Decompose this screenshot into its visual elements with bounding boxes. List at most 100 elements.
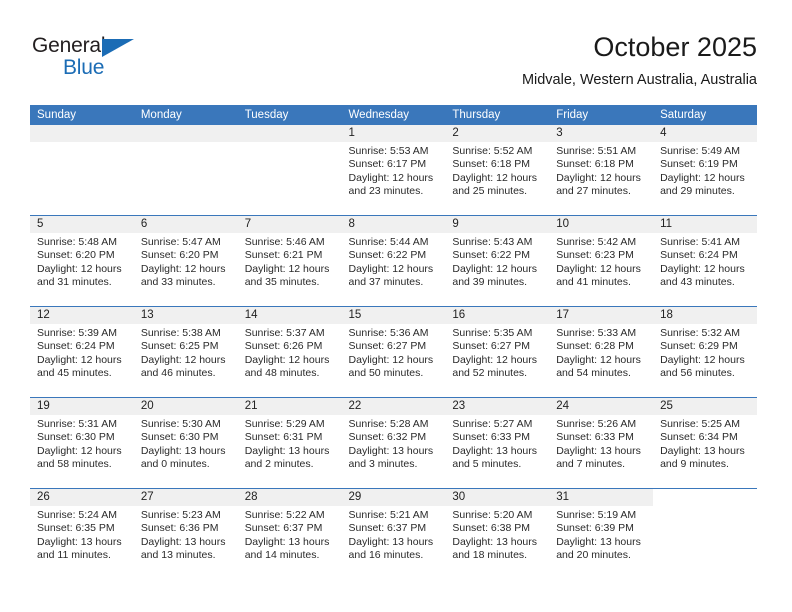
sunrise-text: Sunrise: 5:32 AM xyxy=(660,327,741,339)
calendar-day-cell[interactable]: 12 Sunrise: 5:39 AM Sunset: 6:24 PM Dayligh… xyxy=(30,306,134,398)
calendar-day-cell[interactable]: 24 Sunrise: 5:26 AM Sunset: 6:33 PM Dayligh… xyxy=(549,397,654,489)
day-number: 29 xyxy=(341,489,446,506)
day-details: Sunrise: 5:23 AM Sunset: 6:36 PM Daylight:… xyxy=(134,506,238,563)
calendar-day-cell[interactable]: 8 Sunrise: 5:44 AM Sunset: 6:22 PM Daylight… xyxy=(341,215,446,307)
calendar-day-cell[interactable]: 26 Sunrise: 5:24 AM Sunset: 6:35 PM Dayligh… xyxy=(30,488,134,579)
sunset-text: Sunset: 6:37 PM xyxy=(348,522,427,535)
calendar-day-cell[interactable]: 1 Sunrise: 5:53 AM Sunset: 6:17 PM Daylight… xyxy=(341,125,446,216)
calendar-day-cell[interactable]: 25 Sunrise: 5:25 AM Sunset: 6:34 PM Dayligh… xyxy=(653,397,757,489)
day-number xyxy=(237,125,342,142)
calendar-day-cell[interactable]: 11 Sunrise: 5:41 AM Sunset: 6:24 PM Dayligh… xyxy=(653,215,757,307)
calendar-day-cell[interactable]: 9 Sunrise: 5:43 AM Sunset: 6:22 PM Daylight… xyxy=(445,215,550,307)
day-number: 18 xyxy=(653,307,757,324)
page-title: October 2025 xyxy=(593,32,757,62)
calendar-day-cell[interactable]: 14 Sunrise: 5:37 AM Sunset: 6:26 PM Dayligh… xyxy=(237,306,342,398)
day-number: 30 xyxy=(445,489,550,506)
calendar-day-cell[interactable]: 21 Sunrise: 5:29 AM Sunset: 6:31 PM Dayligh… xyxy=(237,397,342,489)
daylight-text-line1: Daylight: 13 hours xyxy=(660,444,745,457)
sunrise-text: Sunrise: 5:52 AM xyxy=(452,145,533,157)
calendar-day-cell[interactable]: 19 Sunrise: 5:31 AM Sunset: 6:30 PM Dayligh… xyxy=(30,397,134,489)
calendar-day-cell[interactable]: 5 Sunrise: 5:48 AM Sunset: 6:20 PM Daylight… xyxy=(30,215,134,307)
daylight-text-line1: Daylight: 12 hours xyxy=(660,171,745,184)
day-number xyxy=(30,125,134,142)
day-details: Sunrise: 5:37 AM Sunset: 6:26 PM Daylight:… xyxy=(238,324,342,381)
sunset-text: Sunset: 6:18 PM xyxy=(556,158,634,171)
daylight-text-line2: and 9 minutes. xyxy=(660,458,729,471)
calendar-page: General Blue October 2025 Midvale, Weste… xyxy=(0,0,792,612)
calendar-day-cell[interactable]: 29 Sunrise: 5:21 AM Sunset: 6:37 PM Dayligh… xyxy=(341,488,446,579)
calendar-day-cell[interactable]: 2 Sunrise: 5:52 AM Sunset: 6:18 PM Daylight… xyxy=(445,125,550,216)
daylight-text-line1: Daylight: 12 hours xyxy=(140,353,226,366)
daylight-text-line1: Daylight: 13 hours xyxy=(140,444,226,457)
sunset-text: Sunset: 6:27 PM xyxy=(348,340,427,353)
day-details: Sunrise: 5:31 AM Sunset: 6:30 PM Daylight:… xyxy=(30,415,134,472)
calendar-day-cell[interactable]: 15 Sunrise: 5:36 AM Sunset: 6:27 PM Dayligh… xyxy=(341,306,446,398)
weekday-header-saturday: Saturday xyxy=(653,105,757,125)
calendar-day-cell[interactable]: 22 Sunrise: 5:28 AM Sunset: 6:32 PM Dayligh… xyxy=(341,397,446,489)
sunrise-text: Sunrise: 5:33 AM xyxy=(556,327,637,339)
calendar-day-cell[interactable]: 7 Sunrise: 5:46 AM Sunset: 6:21 PM Daylight… xyxy=(237,215,342,307)
sunrise-text: Sunrise: 5:47 AM xyxy=(140,236,221,248)
day-number: 9 xyxy=(445,216,550,233)
day-number: 13 xyxy=(133,307,238,324)
day-number: 7 xyxy=(237,216,342,233)
day-number xyxy=(653,489,757,506)
day-details: Sunrise: 5:35 AM Sunset: 6:27 PM Daylight:… xyxy=(445,324,549,381)
daylight-text-line2: and 37 minutes. xyxy=(348,276,424,289)
sunrise-text: Sunrise: 5:30 AM xyxy=(140,418,221,430)
daylight-text-line1: Daylight: 13 hours xyxy=(556,444,641,457)
calendar-week-row: 5 Sunrise: 5:48 AM Sunset: 6:20 PM Daylight… xyxy=(30,215,757,307)
calendar-day-cell[interactable]: 31 Sunrise: 5:19 AM Sunset: 6:39 PM Dayligh… xyxy=(549,488,654,579)
sunset-text: Sunset: 6:26 PM xyxy=(244,340,323,353)
sunrise-text: Sunrise: 5:21 AM xyxy=(348,509,429,521)
calendar-day-cell[interactable]: 16 Sunrise: 5:35 AM Sunset: 6:27 PM Dayligh… xyxy=(445,306,550,398)
sunrise-text: Sunrise: 5:35 AM xyxy=(452,327,533,339)
day-details: Sunrise: 5:38 AM Sunset: 6:25 PM Daylight:… xyxy=(134,324,238,381)
sunrise-text: Sunrise: 5:44 AM xyxy=(348,236,429,248)
calendar-day-cell[interactable]: 6 Sunrise: 5:47 AM Sunset: 6:20 PM Daylight… xyxy=(133,215,238,307)
calendar-day-cell[interactable]: 10 Sunrise: 5:42 AM Sunset: 6:23 PM Dayligh… xyxy=(549,215,654,307)
day-number: 10 xyxy=(549,216,654,233)
day-number: 1 xyxy=(341,125,446,142)
daylight-text-line1: Daylight: 12 hours xyxy=(452,171,538,184)
day-details: Sunrise: 5:52 AM Sunset: 6:18 PM Daylight:… xyxy=(445,142,549,199)
calendar-day-cell[interactable]: 18 Sunrise: 5:32 AM Sunset: 6:29 PM Dayligh… xyxy=(653,306,757,398)
calendar-week-row: 1 Sunrise: 5:53 AM Sunset: 6:17 PM Daylight… xyxy=(30,125,757,216)
calendar-day-cell[interactable]: 17 Sunrise: 5:33 AM Sunset: 6:28 PM Dayligh… xyxy=(549,306,654,398)
sunset-text: Sunset: 6:34 PM xyxy=(660,431,738,444)
calendar-empty-cell xyxy=(133,125,238,216)
daylight-text-line1: Daylight: 12 hours xyxy=(140,262,226,275)
day-details: Sunrise: 5:42 AM Sunset: 6:23 PM Daylight:… xyxy=(549,233,653,290)
sunset-text: Sunset: 6:31 PM xyxy=(244,431,323,444)
weekday-header-wednesday: Wednesday xyxy=(341,105,446,125)
calendar-day-cell[interactable]: 30 Sunrise: 5:20 AM Sunset: 6:38 PM Dayligh… xyxy=(445,488,550,579)
sunset-text: Sunset: 6:38 PM xyxy=(452,522,531,535)
daylight-text-line1: Daylight: 12 hours xyxy=(556,171,641,184)
daylight-text-line2: and 7 minutes. xyxy=(556,458,626,471)
sunset-text: Sunset: 6:20 PM xyxy=(140,249,219,262)
day-number: 31 xyxy=(549,489,654,506)
daylight-text-line2: and 2 minutes. xyxy=(244,458,314,471)
daylight-text-line2: and 29 minutes. xyxy=(660,185,735,198)
day-number: 12 xyxy=(30,307,134,324)
daylight-text-line2: and 33 minutes. xyxy=(140,276,216,289)
calendar-day-cell[interactable]: 13 Sunrise: 5:38 AM Sunset: 6:25 PM Dayligh… xyxy=(133,306,238,398)
calendar-day-cell[interactable]: 20 Sunrise: 5:30 AM Sunset: 6:30 PM Dayligh… xyxy=(133,397,238,489)
calendar-day-cell[interactable]: 28 Sunrise: 5:22 AM Sunset: 6:37 PM Dayligh… xyxy=(237,488,342,579)
daylight-text-line1: Daylight: 12 hours xyxy=(37,353,122,366)
day-number: 5 xyxy=(30,216,134,233)
calendar-day-cell[interactable]: 27 Sunrise: 5:23 AM Sunset: 6:36 PM Dayligh… xyxy=(133,488,238,579)
daylight-text-line1: Daylight: 12 hours xyxy=(660,262,745,275)
calendar-day-cell[interactable]: 23 Sunrise: 5:27 AM Sunset: 6:33 PM Dayligh… xyxy=(445,397,550,489)
calendar-day-cell[interactable]: 3 Sunrise: 5:51 AM Sunset: 6:18 PM Daylight… xyxy=(549,125,654,216)
sunset-text: Sunset: 6:25 PM xyxy=(140,340,219,353)
calendar-day-cell[interactable]: 4 Sunrise: 5:49 AM Sunset: 6:19 PM Daylight… xyxy=(653,125,757,216)
day-number: 27 xyxy=(133,489,238,506)
daylight-text-line1: Daylight: 13 hours xyxy=(244,535,330,548)
daylight-text-line1: Daylight: 12 hours xyxy=(348,262,434,275)
sunrise-text: Sunrise: 5:48 AM xyxy=(37,236,117,248)
day-details: Sunrise: 5:30 AM Sunset: 6:30 PM Daylight:… xyxy=(134,415,238,472)
weekday-header-friday: Friday xyxy=(549,105,654,125)
sunset-text: Sunset: 6:17 PM xyxy=(348,158,427,171)
page-header: General Blue October 2025 Midvale, Weste… xyxy=(30,30,757,98)
